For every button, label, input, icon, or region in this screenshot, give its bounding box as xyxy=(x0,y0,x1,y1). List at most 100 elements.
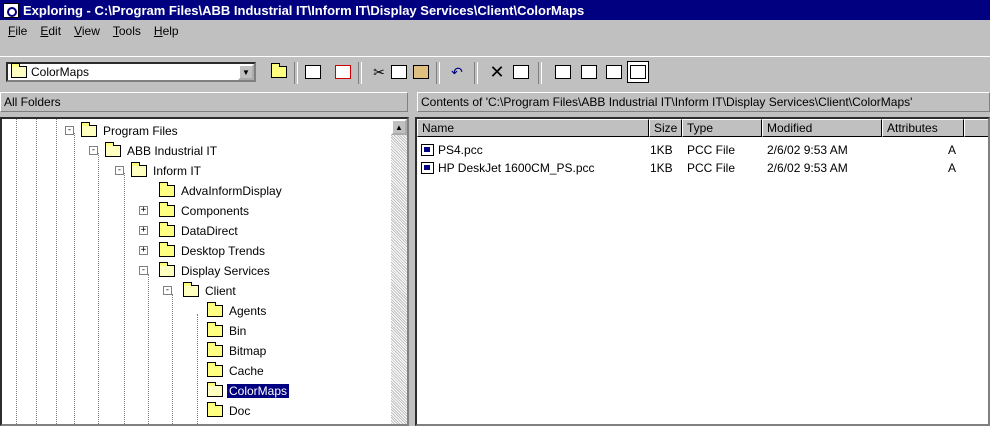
scroll-up-arrow-icon[interactable]: ▲ xyxy=(391,119,407,135)
file-attributes: A xyxy=(948,161,957,175)
collapse-icon[interactable]: - xyxy=(89,146,98,155)
tree-item-display-services[interactable]: - Display Services xyxy=(139,261,272,281)
folder-open-icon xyxy=(159,262,175,277)
copy-button[interactable] xyxy=(388,61,410,83)
title-bar: Exploring - C:\Program Files\ABB Industr… xyxy=(0,0,990,20)
cut-button[interactable]: ✂ xyxy=(368,61,390,83)
vertical-scrollbar[interactable] xyxy=(391,119,407,424)
collapse-icon[interactable]: - xyxy=(139,266,148,275)
address-combo[interactable]: ColorMaps ▼ xyxy=(6,62,256,82)
folder-open-icon xyxy=(81,122,97,137)
folder-icon xyxy=(159,182,175,197)
tree-item-doc[interactable]: Doc xyxy=(207,401,252,421)
expand-icon[interactable]: + xyxy=(139,226,148,235)
address-value: ColorMaps xyxy=(31,65,90,79)
tree-item-advainformdisplay[interactable]: AdvaInformDisplay xyxy=(159,181,284,201)
menu-bar: File Edit View Tools Help xyxy=(0,21,186,41)
tree-item-desktop-trends[interactable]: + Desktop Trends xyxy=(139,241,267,261)
map-drive-icon xyxy=(305,65,321,79)
disconnect-drive-button[interactable] xyxy=(332,61,354,83)
paste-button[interactable] xyxy=(410,61,432,83)
tree-item-label: ColorMaps xyxy=(227,384,290,398)
column-label: Size xyxy=(654,121,678,135)
explorer-icon xyxy=(3,2,19,18)
pcc-file-icon xyxy=(421,144,434,156)
collapse-icon[interactable]: - xyxy=(115,166,124,175)
tree-line xyxy=(56,119,57,424)
undo-icon: ↶ xyxy=(451,63,463,80)
column-modified[interactable]: Modified xyxy=(762,119,882,137)
column-name[interactable]: Name xyxy=(417,119,649,137)
up-one-level-button[interactable] xyxy=(268,61,290,83)
menu-view[interactable]: View xyxy=(68,24,107,38)
tree-item-label: ABB Industrial IT xyxy=(127,144,218,158)
tree-item-label: DataDirect xyxy=(181,224,238,238)
list-view-button[interactable] xyxy=(603,61,625,83)
tree-item-label: Agents xyxy=(229,304,267,318)
contents-header: Contents of 'C:\Program Files\ABB Indust… xyxy=(417,92,990,112)
toolbar-separator xyxy=(294,62,298,84)
column-label: Modified xyxy=(767,121,813,135)
tree-item-colormaps[interactable]: ColorMaps xyxy=(207,381,290,401)
toolbar-separator xyxy=(436,62,440,84)
details-icon xyxy=(630,65,646,79)
toolbar-separator xyxy=(358,62,362,84)
contents-label: Contents of 'C:\Program Files\ABB Indust… xyxy=(421,95,913,109)
file-size: 1KB xyxy=(650,161,673,175)
tree-line xyxy=(172,294,173,424)
column-size[interactable]: Size xyxy=(649,119,682,137)
tree-item-bin[interactable]: Bin xyxy=(207,321,248,341)
menu-help[interactable]: Help xyxy=(148,24,186,38)
dropdown-arrow-icon[interactable]: ▼ xyxy=(238,64,254,80)
file-name: PS4.pcc xyxy=(438,143,483,157)
column-type[interactable]: Type xyxy=(682,119,762,137)
column-attributes[interactable]: Attributes xyxy=(882,119,964,137)
folder-icon xyxy=(207,322,223,337)
file-row[interactable]: HP DeskJet 1600CM_PS.pcc 1KB PCC File 2/… xyxy=(421,159,981,177)
tree-item-components[interactable]: + Components xyxy=(139,201,251,221)
tree-item-agents[interactable]: Agents xyxy=(207,301,268,321)
tree-item-program-files[interactable]: - Program Files xyxy=(65,121,180,141)
tree-line xyxy=(74,133,75,424)
window-title: Exploring - C:\Program Files\ABB Industr… xyxy=(23,2,585,18)
collapse-icon[interactable]: - xyxy=(163,286,172,295)
tree-item-client[interactable]: - Client xyxy=(163,281,238,301)
copy-icon xyxy=(391,65,407,79)
delete-button[interactable]: ✕ xyxy=(486,61,508,83)
column-label: Type xyxy=(687,121,714,135)
properties-button[interactable] xyxy=(510,61,532,83)
tree-item-abb-industrial-it[interactable]: - ABB Industrial IT xyxy=(89,141,219,161)
column-label: Attributes xyxy=(887,121,938,135)
tree-line xyxy=(36,119,37,424)
file-name: HP DeskJet 1600CM_PS.pcc xyxy=(438,161,595,175)
tree-item-cache[interactable]: Cache xyxy=(207,361,266,381)
expand-icon[interactable]: + xyxy=(139,246,148,255)
folder-icon xyxy=(159,202,175,217)
up-folder-icon xyxy=(271,63,287,78)
menu-file[interactable]: File xyxy=(2,24,34,38)
all-folders-header: All Folders xyxy=(0,92,408,112)
all-folders-label: All Folders xyxy=(4,95,61,109)
undo-button[interactable]: ↶ xyxy=(446,61,468,83)
file-row[interactable]: PS4.pcc 1KB PCC File 2/6/02 9:53 AM A xyxy=(421,141,981,159)
folder-icon xyxy=(207,362,223,377)
map-network-drive-button[interactable] xyxy=(302,61,324,83)
small-icons-button[interactable] xyxy=(578,61,600,83)
column-label: Name xyxy=(422,121,455,135)
tree-item-label: Bin xyxy=(229,324,247,338)
menu-tools[interactable]: Tools xyxy=(107,24,148,38)
tree-line xyxy=(197,314,198,424)
details-view-button[interactable] xyxy=(627,61,649,83)
expand-icon[interactable]: + xyxy=(139,206,148,215)
menu-edit[interactable]: Edit xyxy=(34,24,68,38)
file-modified: 2/6/02 9:53 AM xyxy=(767,161,848,175)
large-icons-button[interactable] xyxy=(552,61,574,83)
folder-icon xyxy=(207,302,223,317)
tree-item-datadirect[interactable]: + DataDirect xyxy=(139,221,240,241)
collapse-icon[interactable]: - xyxy=(65,126,74,135)
tree-item-label: Cache xyxy=(229,364,264,378)
small-icons-icon xyxy=(581,65,597,79)
tree-item-bitmap[interactable]: Bitmap xyxy=(207,341,268,361)
tree-item-label: Client xyxy=(205,284,236,298)
tree-item-inform-it[interactable]: - Inform IT xyxy=(115,161,203,181)
